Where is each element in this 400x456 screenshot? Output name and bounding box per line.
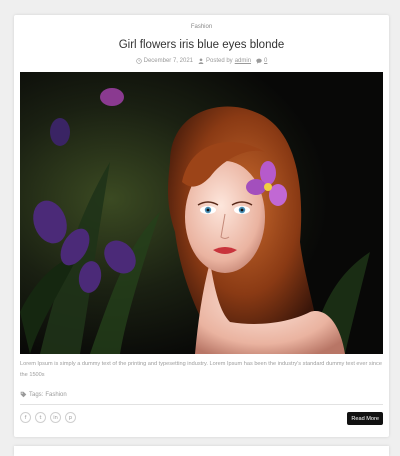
post-card: Fashion Girl flowers iris blue eyes blon… — [14, 15, 389, 437]
post-featured-image[interactable] — [20, 72, 383, 354]
author-link[interactable]: admin — [235, 58, 251, 64]
twitter-icon[interactable]: t — [35, 412, 46, 423]
next-post-card — [14, 446, 389, 456]
post-date-text: December 7, 2021 — [143, 58, 193, 64]
comment-count[interactable]: 0 — [264, 58, 267, 64]
featured-image-graphic — [20, 72, 383, 354]
posted-by-label: Posted by — [206, 58, 233, 64]
tag-icon — [20, 391, 27, 398]
post-date: December 7, 2021 — [135, 58, 193, 64]
post-excerpt: Lorem Ipsum is simply a dummy text of th… — [20, 361, 382, 378]
post-comments[interactable]: 0 — [256, 58, 267, 64]
linkedin-icon[interactable]: in — [50, 412, 61, 423]
post-title[interactable]: Girl flowers iris blue eyes blonde — [14, 39, 389, 51]
tag-link-fashion[interactable]: Fashion — [45, 392, 66, 398]
post-author: Posted by admin — [198, 58, 251, 64]
user-icon — [198, 58, 204, 64]
tags-label: Tags: — [29, 391, 44, 398]
post-meta: December 7, 2021 Posted by admin 0 — [14, 58, 389, 64]
divider — [20, 404, 383, 405]
facebook-icon[interactable]: f — [20, 412, 31, 423]
clock-icon — [135, 58, 142, 64]
social-share: f t in p — [20, 412, 76, 423]
read-more-button[interactable]: Read More — [347, 412, 383, 425]
post-tags: Tags: Fashion — [20, 391, 67, 398]
post-category[interactable]: Fashion — [14, 24, 389, 30]
pinterest-icon[interactable]: p — [65, 412, 76, 423]
comment-icon — [256, 58, 262, 64]
